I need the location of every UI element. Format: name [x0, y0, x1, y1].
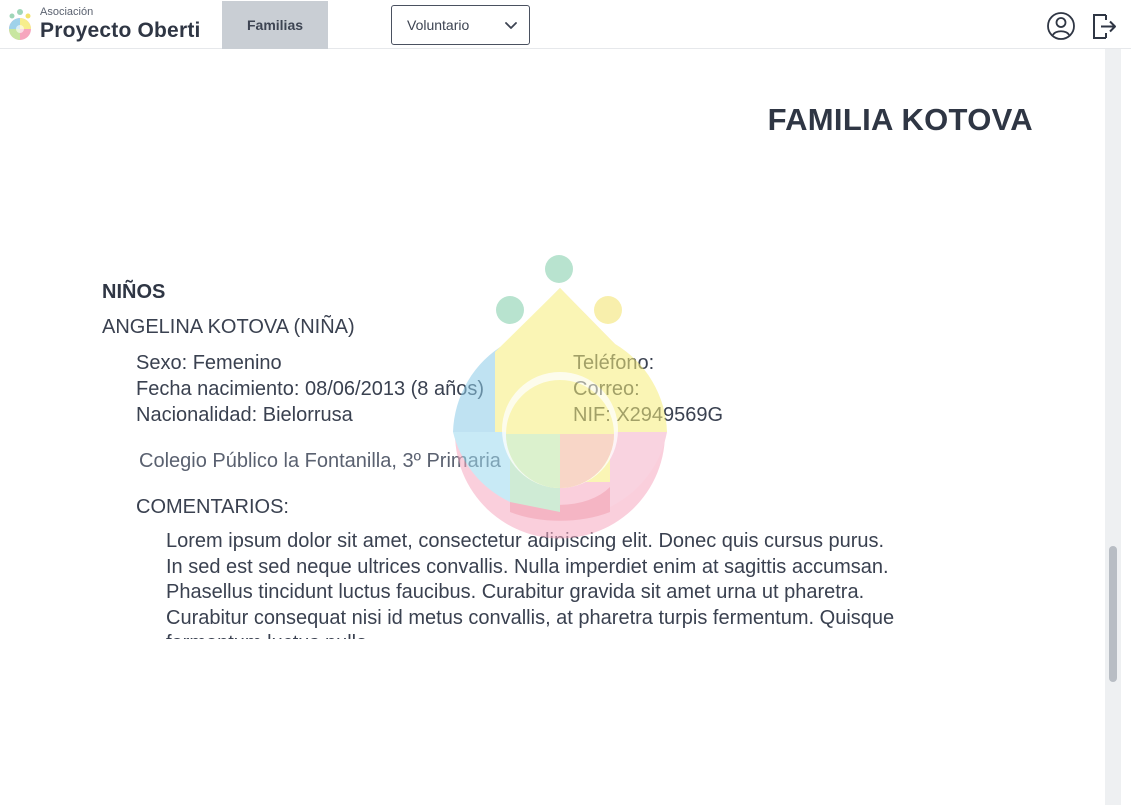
user-circle-icon[interactable] [1046, 11, 1076, 41]
child-personal-info: Sexo: Femenino Fecha nacimiento: 08/06/2… [136, 350, 484, 428]
role-select[interactable]: Voluntario [391, 5, 530, 45]
child-nationality: Nacionalidad: Bielorrusa [136, 404, 353, 426]
comments-box: Lorem ipsum dolor sit amet, consectetur … [166, 529, 906, 639]
brand-small-text: Asociación [40, 6, 94, 18]
vertical-scrollbar[interactable] [1105, 49, 1121, 805]
role-select-value: Voluntario [407, 17, 470, 33]
child-name: ANGELINA KOTOVA (NIÑA) [102, 316, 355, 338]
child-birth-date: Fecha nacimiento: 08/06/2013 (8 años) [136, 378, 484, 400]
child-contact-info: Teléfono: Correo: NIF: X2949569G [573, 350, 723, 428]
page-title: FAMILIA KOTOVA [767, 102, 1033, 137]
child-school: Colegio Público la Fontanilla, 3º Primar… [139, 450, 501, 472]
brand[interactable]: Asociación Proyecto Oberti [6, 2, 201, 46]
child-email: Correo: [573, 378, 640, 400]
tab-familias[interactable]: Familias [222, 1, 328, 49]
children-section-title: NIÑOS [102, 281, 166, 303]
logout-icon[interactable] [1089, 11, 1119, 41]
child-nif: NIF: X2949569G [573, 404, 724, 426]
proyecto-oberti-logo-icon [9, 9, 31, 40]
child-phone: Teléfono: [573, 352, 655, 374]
child-sex: Sexo: Femenino [136, 352, 282, 374]
top-bar: Asociación Proyecto Oberti Familias Volu… [0, 0, 1131, 49]
comments-text: Lorem ipsum dolor sit amet, consectetur … [166, 530, 895, 639]
scrollbar-thumb[interactable] [1109, 546, 1117, 682]
comments-label: COMENTARIOS: [136, 496, 289, 518]
brand-name: Proyecto Oberti [40, 19, 201, 42]
chevron-down-icon [505, 22, 517, 29]
